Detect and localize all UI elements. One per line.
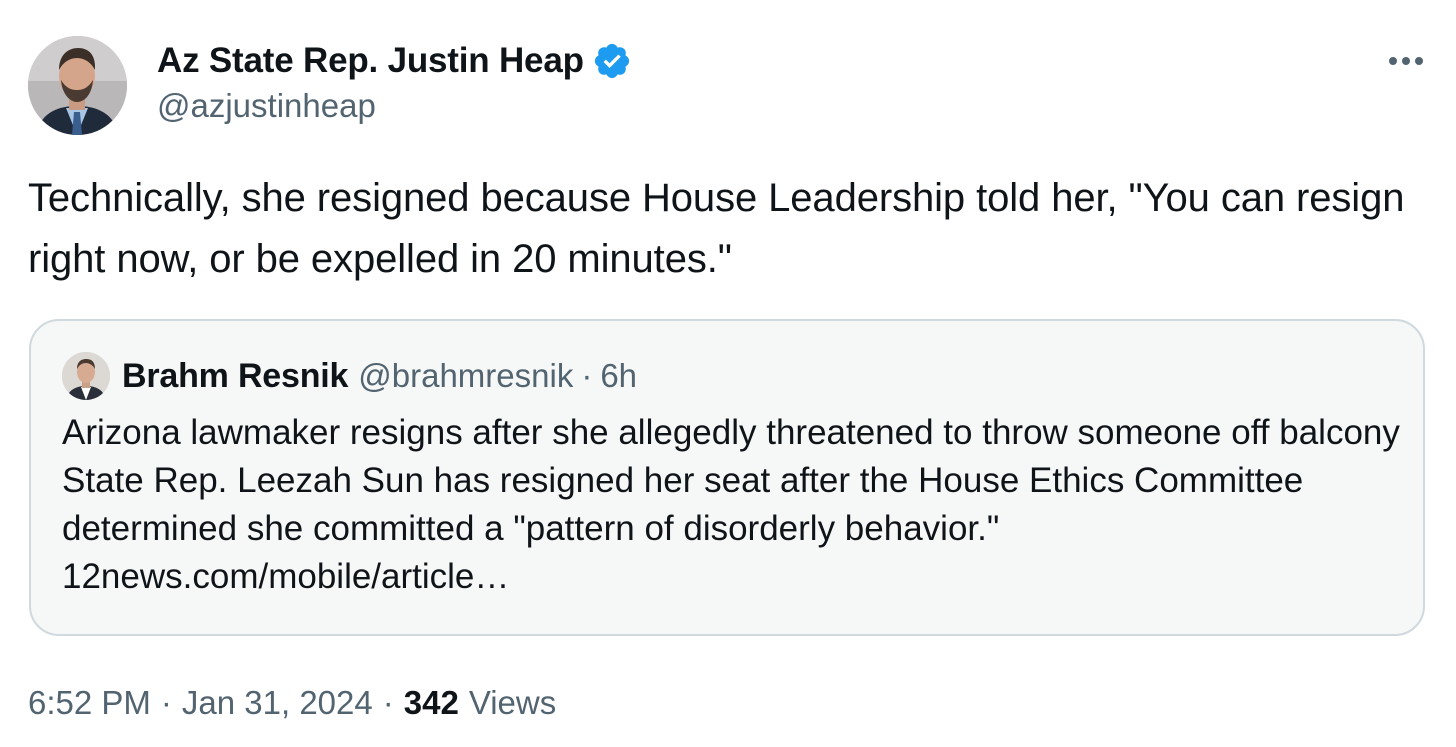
tweet-time[interactable]: 6:52 PM [28, 680, 151, 726]
author-display-name[interactable]: Az State Rep. Justin Heap [157, 38, 584, 84]
meta-separator-1: · [160, 684, 172, 721]
author-block: Az State Rep. Justin Heap @azjustinheap [157, 38, 632, 128]
tweet-metadata: 6:52 PM · Jan 31, 2024 · 342 Views [28, 680, 556, 726]
author-name-row: Az State Rep. Justin Heap [157, 38, 632, 84]
author-avatar-image [28, 36, 127, 135]
meta-separator-2: · [382, 684, 394, 721]
views-count[interactable]: 342 [404, 680, 459, 726]
quoted-tweet-card[interactable]: Brahm Resnik @brahmresnik · 6h Arizona l… [29, 319, 1425, 636]
quoted-tweet-header: Brahm Resnik @brahmresnik · 6h [62, 351, 637, 401]
quoted-author-handle[interactable]: @brahmresnik [358, 357, 573, 395]
author-handle[interactable]: @azjustinheap [157, 84, 632, 128]
tweet-date[interactable]: Jan 31, 2024 [182, 680, 373, 726]
quoted-author-avatar-image [62, 352, 110, 400]
views-label[interactable]: Views [469, 680, 556, 726]
quoted-author-name[interactable]: Brahm Resnik [122, 357, 348, 396]
quoted-separator: · [581, 357, 593, 394]
tweet-text: Technically, she resigned because House … [28, 176, 1416, 281]
more-options-button[interactable] [1384, 48, 1428, 74]
quoted-author-avatar[interactable] [62, 352, 110, 400]
verified-badge-icon[interactable] [592, 41, 632, 81]
more-horizontal-icon [1389, 57, 1423, 65]
quoted-tweet-text: Arizona lawmaker resigns after she alleg… [62, 413, 1400, 596]
author-avatar[interactable] [28, 36, 127, 135]
quoted-timestamp[interactable]: 6h [600, 357, 637, 395]
